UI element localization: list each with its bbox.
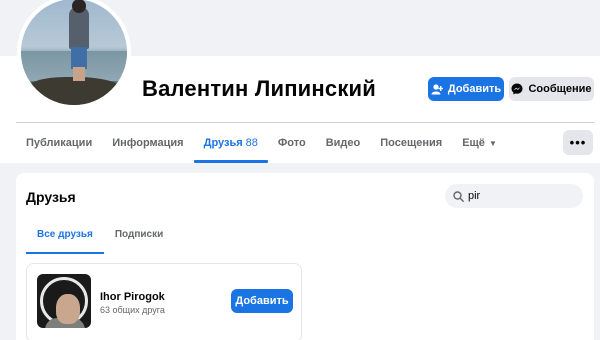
tab-label: Информация [112,137,184,149]
tab-label: Видео [325,137,361,149]
tab-more[interactable]: Ещё ▼ [452,123,507,163]
tab-photos[interactable]: Фото [268,123,316,163]
friend-card: Ihor Pirogok 63 общих друга Добавить [26,263,302,340]
tab-friends[interactable]: Друзья 88 [193,123,269,163]
profile-photo [21,0,127,105]
tab-label: Посещения [380,137,443,149]
caret-down-icon: ▼ [488,139,497,148]
message-button[interactable]: Сообщение [509,77,594,101]
more-options-button[interactable]: ••• [563,130,593,155]
mutual-friends-count[interactable]: 63 общих друга [100,305,165,315]
subtab-all-friends[interactable]: Все друзья [26,220,104,254]
tab-checkins[interactable]: Посещения [370,123,452,163]
add-friend-button[interactable]: Добавить [428,77,504,101]
message-label: Сообщение [528,83,592,95]
profile-tabs: Публикации Информация Друзья 88 Фото Виде… [16,123,507,163]
tab-label: Публикации [26,137,93,149]
friends-search[interactable] [445,184,583,208]
tab-label: Друзья [203,137,243,149]
friend-name[interactable]: Ihor Pirogok [100,291,165,303]
search-input[interactable] [468,190,578,202]
tab-info[interactable]: Информация [102,123,193,163]
tab-label: Ещё [462,137,485,149]
profile-header: Валентин Липинский Добавить Сообщение Пу… [0,0,600,163]
profile-name: Валентин Липинский [142,76,376,101]
tab-publications[interactable]: Публикации [16,123,102,163]
search-icon [453,190,464,202]
friend-add-button[interactable]: Добавить [231,289,293,313]
profile-avatar[interactable] [17,0,131,109]
friends-subtabs: Все друзья Подписки [26,220,174,254]
tab-videos[interactable]: Видео [316,123,371,163]
friends-count: 88 [245,137,258,149]
messenger-icon [511,83,523,95]
subtab-following[interactable]: Подписки [104,220,174,254]
add-person-icon [431,83,443,94]
friends-section: Друзья Все друзья Подписки Ihor Pirogok … [16,173,594,340]
section-title: Друзья [26,189,76,205]
friend-avatar[interactable] [37,274,91,328]
add-friend-label: Добавить [447,83,502,95]
tab-label: Фото [277,137,306,149]
